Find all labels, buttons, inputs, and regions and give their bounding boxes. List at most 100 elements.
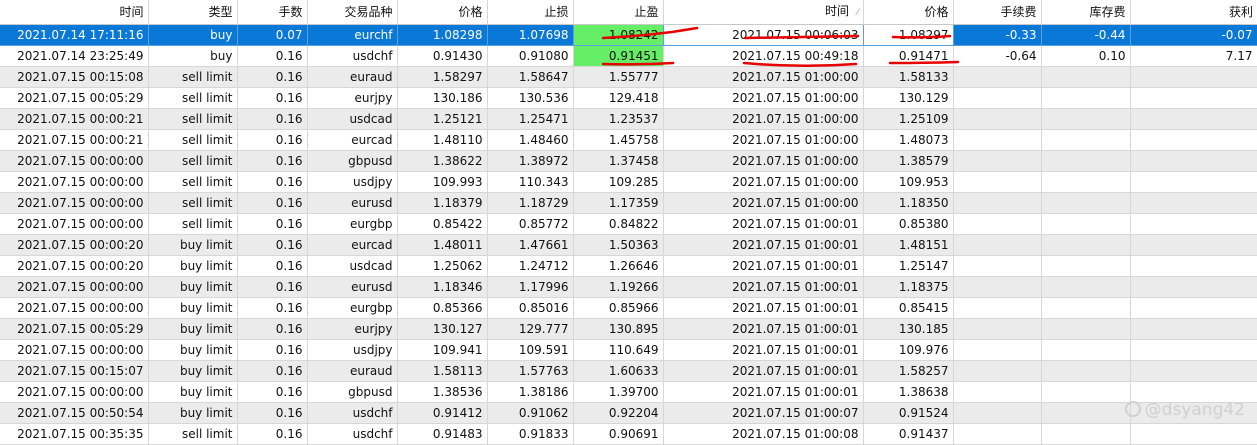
table-row[interactable]: 2021.07.15 00:00:00 sell limit 0.16 usdjpy 1… [0,171,1257,193]
col-header-type[interactable]: 类型 [148,0,238,25]
table-row[interactable]: 2021.07.15 00:00:00 sell limit 0.16 eurgbp 0… [0,213,1257,235]
cell-stop-loss: 1.58647 [487,66,574,88]
table-row[interactable]: 2021.07.15 00:00:20 buy limit 0.16 usdcad 1.… [0,255,1257,277]
cell-swap [1041,66,1131,88]
cell-symbol: usdjpy [307,171,398,193]
cell-lots: 0.16 [237,339,308,361]
col-header-lots[interactable]: 手数 [237,0,308,25]
cell-stop-loss: 1.47661 [487,234,574,256]
col-header-swap[interactable]: 库存费 [1041,0,1131,25]
cell-stop-loss: 1.38186 [487,381,574,403]
table-row[interactable]: 2021.07.15 00:00:21 sell limit 0.16 usdcad 1… [0,108,1257,130]
cell-close-time: 2021.07.15 01:00:00 [663,192,864,214]
cell-open-time: 2021.07.14 23:25:49 [0,45,149,67]
cell-stop-loss: 1.17996 [487,276,574,298]
cell-price: 0.91483 [397,423,488,445]
cell-swap [1041,87,1131,109]
table-row[interactable]: 2021.07.15 00:00:00 sell limit 0.16 eurusd 1… [0,192,1257,214]
cell-close-time: 2021.07.15 01:00:01 [663,318,864,340]
cell-close-price: 0.85415 [863,297,954,319]
cell-profit [1130,255,1257,277]
cell-price: 1.48011 [397,234,488,256]
table-row[interactable]: 2021.07.15 00:00:00 buy limit 0.16 usdjpy 10… [0,339,1257,361]
cell-close-price: 1.38579 [863,150,954,172]
col-header-take-profit[interactable]: 止盈 [573,0,664,25]
table-row[interactable]: 2021.07.15 00:05:29 sell limit 0.16 eurjpy 1… [0,87,1257,109]
cell-price: 1.38622 [397,150,488,172]
cell-profit [1130,87,1257,109]
cell-price: 1.18346 [397,276,488,298]
cell-open-time: 2021.07.15 00:00:00 [0,192,149,214]
cell-commission: -0.33 [953,24,1042,46]
table-row[interactable]: 2021.07.15 00:00:00 buy limit 0.16 eurgbp 0.… [0,297,1257,319]
cell-profit: 7.17 [1130,45,1257,67]
cell-price: 1.25062 [397,255,488,277]
table-row[interactable]: 2021.07.15 00:00:00 sell limit 0.16 gbpusd 1… [0,150,1257,172]
cell-commission [953,87,1042,109]
cell-stop-loss: 1.48460 [487,129,574,151]
cell-open-time: 2021.07.15 00:05:29 [0,318,149,340]
cell-close-price: 0.85380 [863,213,954,235]
col-header-symbol[interactable]: 交易品种 [307,0,398,25]
cell-open-time: 2021.07.15 00:50:54 [0,402,149,424]
cell-close-time: 2021.07.15 01:00:00 [663,66,864,88]
cell-type: sell limit [148,87,238,109]
table-row[interactable]: 2021.07.14 17:11:16 buy 0.07 eurchf 1.08298 1… [0,24,1257,46]
cell-type: buy [148,24,238,46]
cell-close-time: 2021.07.15 01:00:00 [663,171,864,193]
cell-commission [953,423,1042,445]
table-row[interactable]: 2021.07.15 00:00:21 sell limit 0.16 eurcad 1… [0,129,1257,151]
cell-price: 0.85422 [397,213,488,235]
cell-type: buy limit [148,255,238,277]
cell-close-price: 130.185 [863,318,954,340]
table-row[interactable]: 2021.07.15 00:00:20 buy limit 0.16 eurcad 1.… [0,234,1257,256]
cell-type: sell limit [148,192,238,214]
cell-close-time: 2021.07.15 01:00:07 [663,402,864,424]
table-row[interactable]: 2021.07.15 00:00:00 buy limit 0.16 eurusd 1.… [0,276,1257,298]
col-header-open-time[interactable]: 时间 [0,0,149,25]
table-row[interactable]: 2021.07.15 00:15:07 buy limit 0.16 euraud 1.… [0,360,1257,382]
cell-profit [1130,66,1257,88]
col-header-price[interactable]: 价格 [397,0,488,25]
cell-price: 0.91430 [397,45,488,67]
col-header-commission[interactable]: 手续费 [953,0,1042,25]
cell-commission [953,318,1042,340]
cell-close-time: 2021.07.15 01:00:00 [663,87,864,109]
cell-take-profit: 0.85966 [573,297,664,319]
cell-stop-loss: 0.85772 [487,213,574,235]
cell-swap: -0.44 [1041,24,1131,46]
col-header-close-price[interactable]: 价格 [863,0,954,25]
table-row[interactable]: 2021.07.14 23:25:49 buy 0.16 usdchf 0.91430 0… [0,45,1257,67]
trade-history-table: 时间 类型 手数 交易品种 价格 止损 止盈 时间 ⁄ 价格 手续费 库存费 获利… [0,0,1257,445]
col-header-close-time[interactable]: 时间 ⁄ [663,0,864,25]
cell-close-time: 2021.07.15 00:06:03 [663,24,864,46]
cell-take-profit: 1.26646 [573,255,664,277]
cell-price: 1.25121 [397,108,488,130]
cell-commission [953,234,1042,256]
cell-open-time: 2021.07.15 00:00:20 [0,234,149,256]
table-row[interactable]: 2021.07.15 00:00:00 buy limit 0.16 gbpusd 1.… [0,381,1257,403]
cell-open-time: 2021.07.15 00:00:00 [0,297,149,319]
table-row[interactable]: 2021.07.15 00:50:54 buy limit 0.16 usdchf 0.… [0,402,1257,424]
table-row[interactable]: 2021.07.15 00:15:08 sell limit 0.16 euraud 1… [0,66,1257,88]
cell-symbol: eurcad [307,129,398,151]
cell-price: 1.58297 [397,66,488,88]
cell-type: buy limit [148,402,238,424]
header-row: 时间 类型 手数 交易品种 价格 止损 止盈 时间 ⁄ 价格 手续费 库存费 获利 [0,0,1257,25]
cell-lots: 0.16 [237,213,308,235]
cell-close-time: 2021.07.15 01:00:01 [663,297,864,319]
cell-swap [1041,108,1131,130]
cell-lots: 0.16 [237,402,308,424]
cell-open-time: 2021.07.15 00:00:00 [0,276,149,298]
col-header-profit[interactable]: 获利 [1130,0,1257,25]
cell-swap [1041,339,1131,361]
cell-symbol: usdchf [307,402,398,424]
cell-commission [953,213,1042,235]
cell-lots: 0.07 [237,24,308,46]
col-header-stop-loss[interactable]: 止损 [487,0,574,25]
cell-close-time: 2021.07.15 01:00:01 [663,213,864,235]
table-row[interactable]: 2021.07.15 00:35:35 sell limit 0.16 usdchf 0… [0,423,1257,445]
table-row[interactable]: 2021.07.15 00:05:29 buy limit 0.16 eurjpy 13… [0,318,1257,340]
sort-indicator-icon: ⁄ [856,8,859,18]
cell-commission [953,339,1042,361]
